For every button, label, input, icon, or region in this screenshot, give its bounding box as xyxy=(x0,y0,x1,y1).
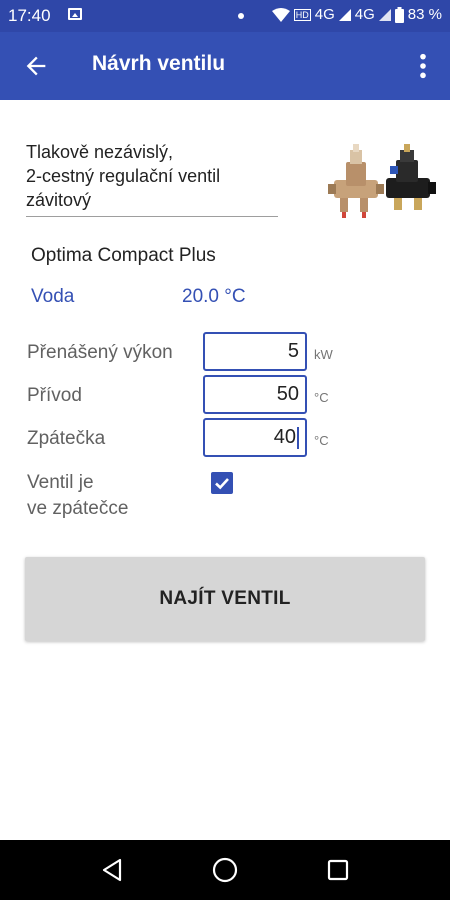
nav-home-icon[interactable] xyxy=(212,857,238,883)
checkmark-icon xyxy=(215,478,229,490)
status-bar: 17:40 HD 4G 4G 83 % xyxy=(0,0,450,32)
return-label: Zpátečka xyxy=(27,428,106,449)
medium-temperature[interactable]: 20.0 °C xyxy=(182,286,246,308)
valve-description-line: Tlakově nezávislý, xyxy=(26,142,174,162)
supply-unit: °C xyxy=(314,390,329,405)
network-label: 4G xyxy=(314,6,335,23)
wifi-icon xyxy=(271,7,290,22)
find-valve-button[interactable]: NAJÍT VENTIL xyxy=(25,557,425,641)
valve-description-line: 2-cestný regulační ventil xyxy=(26,166,221,186)
valve-product-image xyxy=(328,144,436,218)
return-unit: °C xyxy=(314,433,329,448)
nav-back-icon[interactable] xyxy=(99,857,125,883)
power-unit: kW xyxy=(314,347,333,362)
power-label: Přenášený výkon xyxy=(27,342,173,363)
return-temperature-value: 40 xyxy=(273,426,296,448)
return-valve-checkbox[interactable] xyxy=(211,472,233,494)
hd-icon: HD xyxy=(293,8,311,21)
app-bar: Návrh ventilu xyxy=(0,32,450,100)
page-title: Návrh ventilu xyxy=(92,52,226,75)
battery-icon xyxy=(394,6,404,23)
network-label-2: 4G xyxy=(354,6,375,23)
signal-icon-2 xyxy=(378,8,391,21)
supply-temperature-input[interactable]: 50 xyxy=(203,375,307,414)
image-notification-icon xyxy=(68,8,82,20)
valve-description-line: závitový xyxy=(26,190,92,210)
return-valve-label-line: ve zpátečce xyxy=(27,498,129,519)
supply-label: Přívod xyxy=(27,385,82,406)
return-temperature-input[interactable]: 40 xyxy=(203,418,307,457)
battery-percent: 83 % xyxy=(407,6,442,23)
back-arrow-icon[interactable] xyxy=(22,52,50,80)
status-indicators: HD 4G 4G 83 % xyxy=(271,6,442,23)
notification-dot-icon xyxy=(238,13,244,19)
nav-recent-apps-icon[interactable] xyxy=(325,857,351,883)
return-valve-label-line: Ventil je xyxy=(27,472,94,493)
product-name: Optima Compact Plus xyxy=(31,245,216,266)
valve-description: Tlakově nezávislý, 2-cestný regulační ve… xyxy=(26,140,278,217)
medium-selector[interactable]: Voda xyxy=(31,286,74,308)
signal-icon xyxy=(338,8,351,21)
navigation-bar xyxy=(0,840,450,900)
power-input[interactable]: 5 xyxy=(203,332,307,371)
return-valve-label: Ventil je ve zpátečce xyxy=(27,470,128,522)
more-vert-icon[interactable] xyxy=(416,52,430,80)
status-time: 17:40 xyxy=(8,6,51,25)
